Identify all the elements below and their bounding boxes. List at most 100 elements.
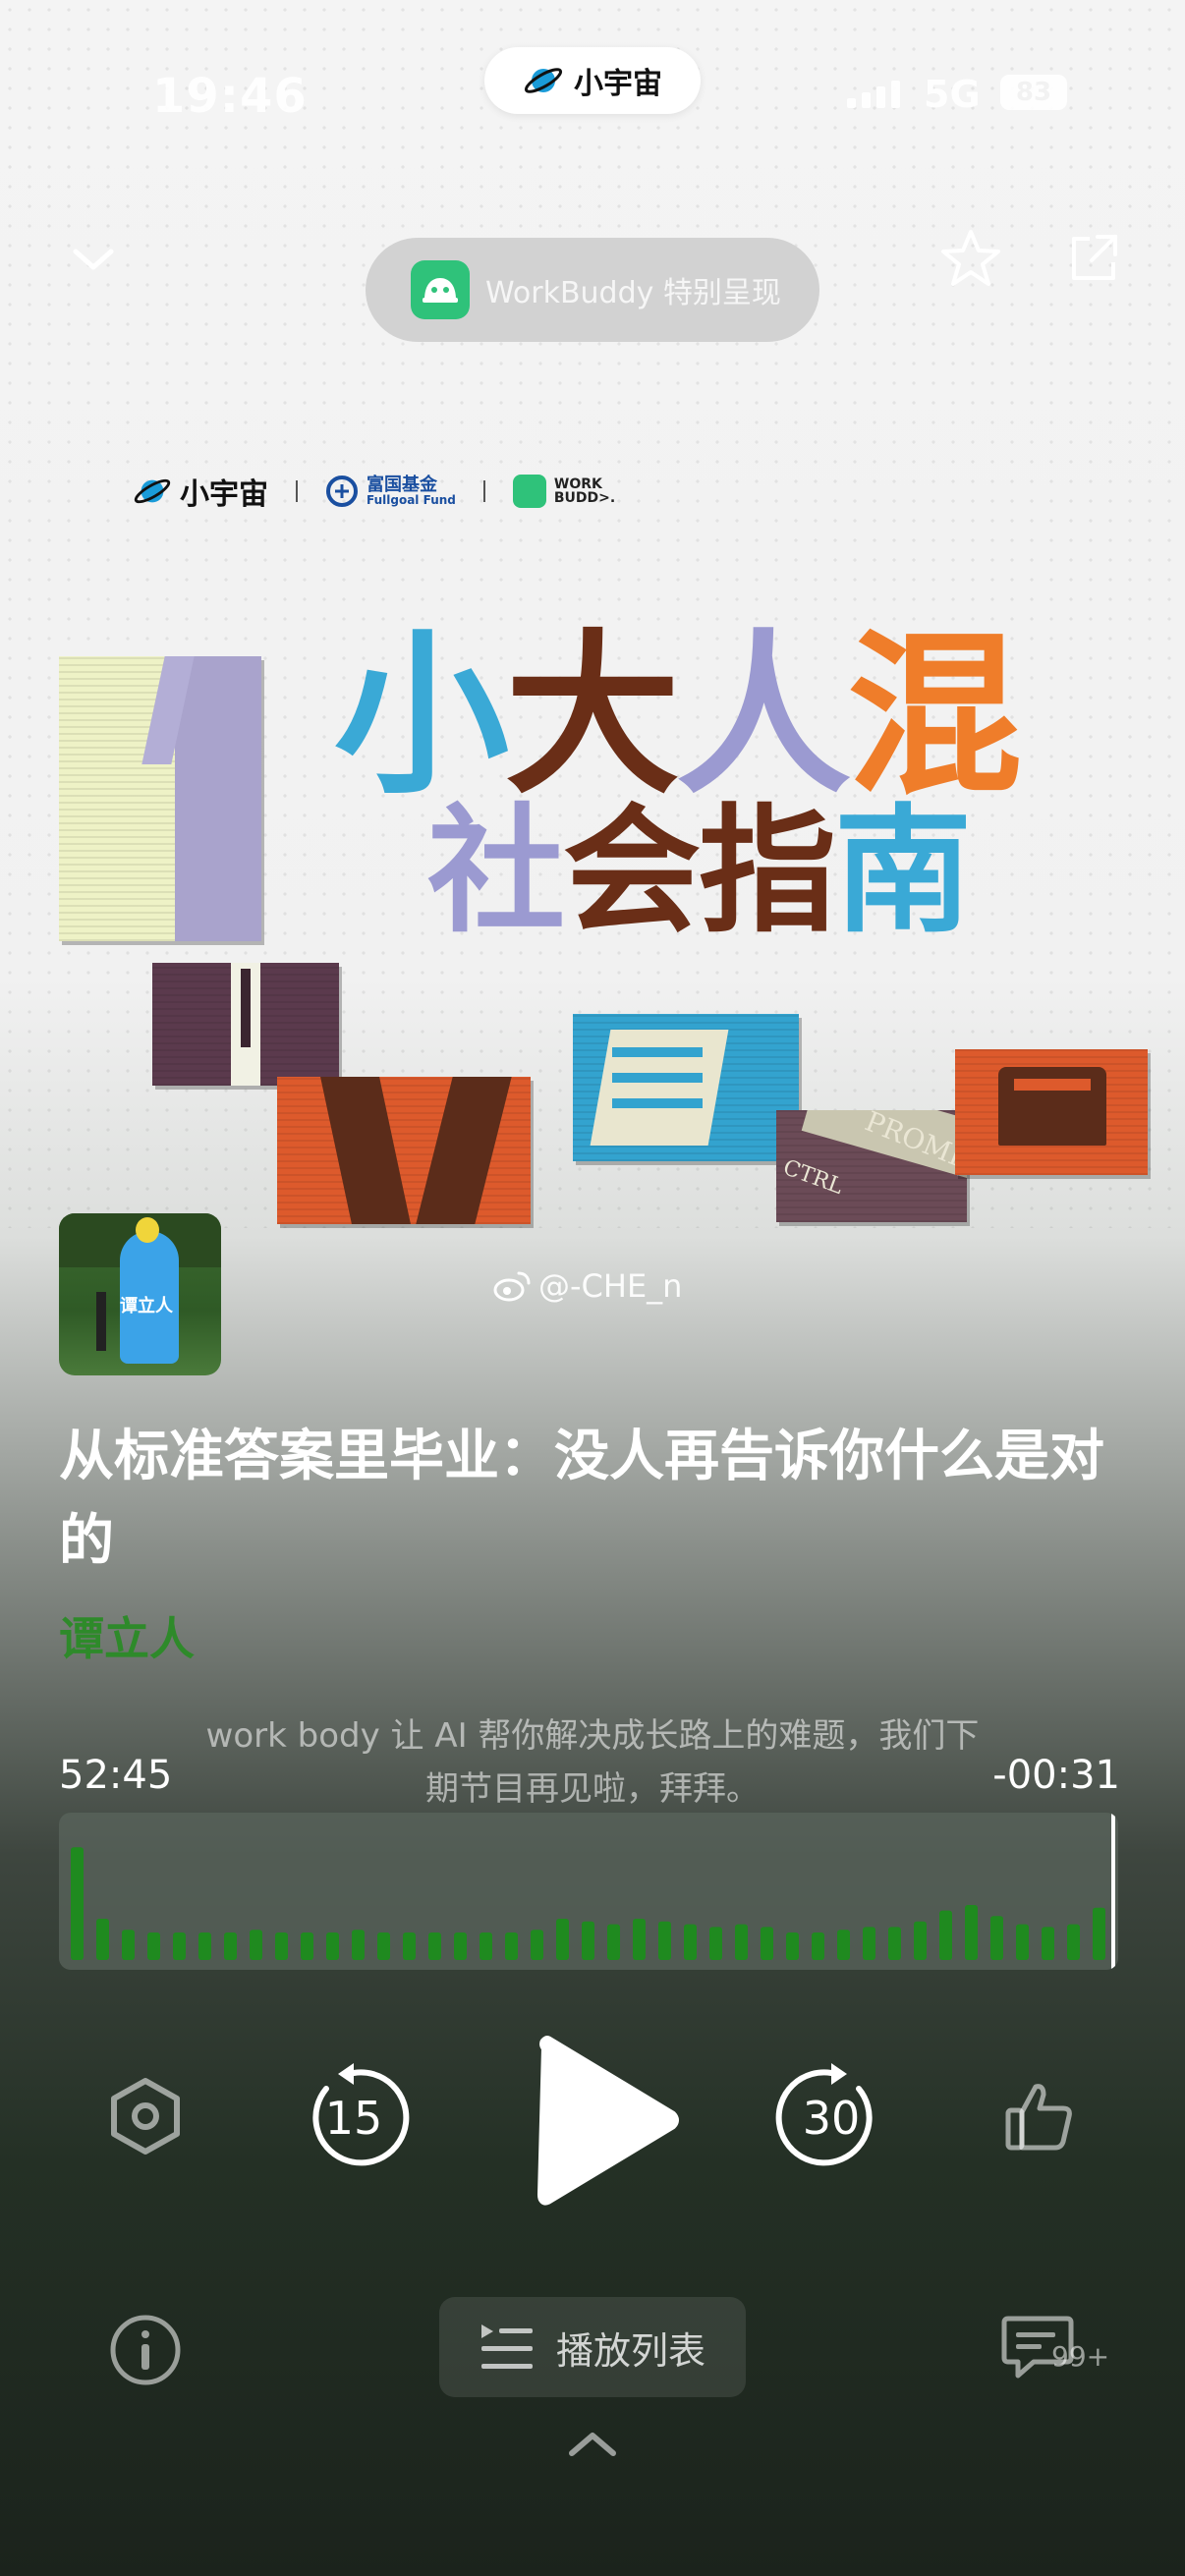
planet-logo-icon — [134, 478, 171, 504]
bottom-bar: 播放列表 99+ — [0, 2279, 1185, 2476]
waveform-bar — [1067, 1924, 1080, 1960]
status-time: 19:46 — [152, 69, 308, 124]
signal-icon — [847, 81, 900, 108]
transcript-line: work body 让 AI 帮你解决成长路上的难题，我们下期节目再见啦，拜拜。 — [205, 1716, 980, 1809]
waveform-bar — [761, 1927, 773, 1960]
expand-details-button[interactable] — [558, 2419, 627, 2468]
logo-fullgoal: 富国基金 Fullgoal Fund — [325, 475, 456, 508]
sponsor-banner[interactable]: WorkBuddy 特别呈现 — [366, 238, 819, 342]
waveform-bar — [990, 1916, 1003, 1960]
waveform-bar — [914, 1921, 927, 1960]
waveform-bar — [480, 1932, 492, 1960]
waveform-bar — [1042, 1927, 1054, 1960]
collage-tile-legs — [277, 1077, 531, 1224]
svg-text:30: 30 — [803, 2092, 861, 2145]
waveform-bar — [735, 1924, 748, 1960]
episode-title: 从标准答案里毕业：没人再告诉你什么是对的 — [59, 1425, 1104, 1573]
waveform-scrubber[interactable] — [59, 1813, 1118, 1970]
elapsed-time: 52:45 — [59, 1753, 173, 1798]
waveform-bar — [633, 1919, 646, 1960]
waveform-bar — [786, 1932, 799, 1960]
playlist-label: 播放列表 — [555, 2328, 705, 2373]
logo-xiaoyuzhou: 小宇宙 — [133, 470, 268, 513]
collage-tile-jacket — [152, 963, 339, 1086]
waveform-bar — [684, 1924, 697, 1960]
waveform-bar — [709, 1927, 722, 1960]
waveform-bar — [301, 1932, 313, 1960]
star-icon — [941, 230, 1000, 286]
workbuddy-logo-icon — [411, 260, 470, 319]
waveform-bar — [607, 1924, 620, 1960]
waveform-bar — [224, 1932, 237, 1960]
rewind-15-icon: 15 — [312, 2063, 410, 2166]
playlist-button[interactable]: 播放列表 — [439, 2297, 746, 2397]
waveform-bar — [352, 1930, 365, 1960]
waveform-bar — [275, 1932, 288, 1960]
author-avatar[interactable]: 谭立人 — [59, 1213, 221, 1375]
playback-speed-button[interactable] — [98, 2069, 193, 2163]
weibo-credit[interactable]: @-CHE_n — [493, 1267, 682, 1305]
waveform-bar — [837, 1930, 850, 1960]
player-top-bar: WorkBuddy 特别呈现 — [0, 206, 1185, 342]
hexagon-settings-icon — [111, 2078, 180, 2155]
waveform-bar — [173, 1932, 186, 1960]
waveform-bar — [888, 1927, 901, 1960]
waveform-bar — [96, 1919, 109, 1960]
waveform-bar — [863, 1927, 875, 1960]
host-name[interactable]: 谭立人 — [59, 1603, 195, 1668]
waveform-bar — [582, 1921, 594, 1960]
info-icon — [110, 2315, 181, 2385]
author-avatar-caption: 谭立人 — [120, 1296, 173, 1316]
network-type: 5G — [924, 73, 981, 116]
collage-tile-typewriter — [955, 1049, 1148, 1175]
fullgoal-logo-icon — [326, 476, 358, 507]
waveform-bar — [198, 1932, 211, 1960]
waveform-bar — [326, 1932, 339, 1960]
chevron-down-icon — [73, 249, 114, 270]
like-button[interactable] — [992, 2069, 1087, 2163]
planet-logo-icon — [524, 68, 563, 93]
waveform-bar — [377, 1932, 390, 1960]
share-button[interactable] — [1056, 221, 1131, 296]
svg-text:15: 15 — [325, 2092, 383, 2145]
status-bar: 19:46 小宇宙 5G 83 — [0, 47, 1185, 138]
waveform-bar — [122, 1930, 135, 1960]
sponsor-text: WorkBuddy 特别呈现 — [485, 276, 781, 310]
cover-sponsor-logos: 小宇宙 富国基金 Fullgoal Fund WORK BUDD>. — [133, 470, 615, 513]
weibo-icon — [493, 1271, 531, 1302]
play-button[interactable] — [521, 2034, 688, 2207]
logo-workbuddy: WORK BUDD>. — [512, 475, 615, 508]
rewind-15-button[interactable]: 15 — [295, 2059, 413, 2177]
waveform-bar — [531, 1930, 543, 1960]
divider — [482, 480, 485, 502]
waveform-bar — [505, 1932, 518, 1960]
app-pill-label: 小宇宙 — [574, 67, 662, 101]
divider — [296, 480, 298, 502]
app-indicator-pill[interactable]: 小宇宙 — [484, 47, 701, 114]
comment-count: 99+ — [1051, 2340, 1110, 2373]
waveform-bars — [71, 1847, 1105, 1960]
cover-title-line-2: 社会指南 — [427, 792, 972, 952]
waveform-bar — [965, 1905, 978, 1960]
collapse-button[interactable] — [59, 226, 128, 295]
collage-tile-prompt: PROMP CTRL — [776, 1110, 967, 1222]
episode-info-button[interactable] — [104, 2309, 187, 2391]
remaining-time: -00:31 — [992, 1753, 1120, 1798]
waveform-bar — [812, 1932, 824, 1960]
play-icon — [537, 2036, 679, 2206]
battery-icon: 83 — [1000, 75, 1067, 110]
waveform-bar — [403, 1932, 416, 1960]
waveform-bar — [71, 1847, 84, 1960]
favorite-button[interactable] — [933, 221, 1008, 296]
workbuddy-logo-icon — [512, 475, 546, 508]
forward-30-button[interactable]: 30 — [772, 2059, 890, 2177]
waveform-bar — [1093, 1907, 1105, 1960]
waveform-bar — [250, 1930, 262, 1960]
cover-title-line-1: 小大人混 — [334, 614, 1022, 817]
playhead[interactable] — [1111, 1813, 1115, 1970]
waveform-bar — [454, 1932, 467, 1960]
episode-cover-art: 小宇宙 富国基金 Fullgoal Fund WORK BUDD>. 小大人混 … — [0, 432, 1185, 1238]
playlist-icon — [480, 2324, 533, 2369]
waveform-bar — [939, 1910, 952, 1960]
thumbs-up-icon — [1005, 2084, 1072, 2151]
